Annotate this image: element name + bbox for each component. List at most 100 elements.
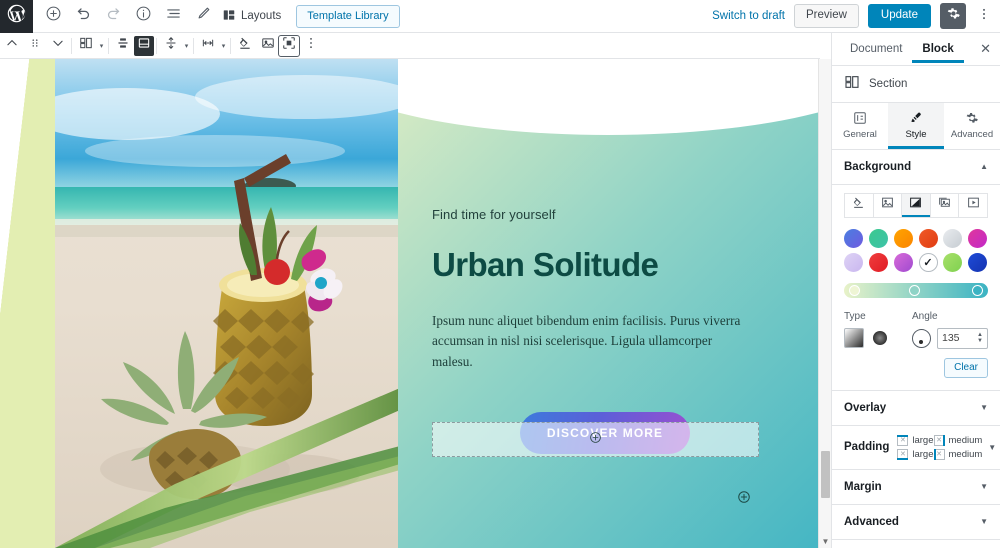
overlay-panel-header[interactable]: Overlay ▼ [832, 389, 1000, 426]
layout-button[interactable] [74, 34, 97, 58]
block-appender-placeholder[interactable] [432, 422, 759, 457]
subtab-advanced[interactable]: Advanced [944, 103, 1000, 149]
move-down-button[interactable] [46, 34, 69, 58]
spacing-button[interactable] [159, 34, 182, 58]
undo-icon [75, 5, 92, 27]
move-up-button[interactable] [0, 34, 23, 58]
subtab-style[interactable]: Style [888, 103, 944, 149]
gradient-swatch[interactable] [968, 228, 988, 248]
clear-button[interactable]: Clear [944, 357, 988, 378]
advanced-panel-header[interactable]: Advanced ▼ [832, 505, 1000, 540]
gradient-swatch[interactable] [968, 252, 988, 272]
hero-body-text[interactable]: Ipsum nunc aliquet bibendum enim facilis… [432, 311, 754, 372]
gradient-stop-middle[interactable] [909, 284, 920, 296]
video-icon [967, 196, 980, 214]
gradient-preview-bar[interactable] [844, 282, 988, 298]
padding-right-value: medium [948, 434, 983, 446]
canvas-scrollbar[interactable]: ▼ [818, 59, 831, 548]
decorative-wedge [0, 59, 56, 548]
bg-type-video[interactable] [958, 192, 988, 218]
gradient-swatch[interactable] [893, 228, 913, 248]
scrollbar-thumb[interactable] [821, 451, 830, 498]
hero-eyebrow-text[interactable]: Find time for yourself [432, 207, 784, 222]
redo-button[interactable] [98, 1, 128, 31]
advanced-panel-title: Advanced [844, 515, 899, 528]
gradient-stop-start[interactable] [849, 284, 860, 296]
block-navigation-button[interactable] [158, 1, 188, 31]
full-width-icon [282, 36, 296, 55]
media-button[interactable] [256, 34, 279, 58]
tab-block[interactable]: Block [912, 35, 963, 64]
bg-type-image[interactable] [872, 192, 903, 218]
gradient-swatch[interactable] [868, 228, 888, 248]
bg-type-slideshow[interactable] [929, 192, 960, 218]
angle-input[interactable]: 135 ▲ ▼ [937, 327, 988, 349]
more-options-button[interactable] [975, 7, 993, 26]
gradient-swatch[interactable] [844, 228, 863, 248]
preview-button[interactable]: Preview [794, 4, 859, 28]
layouts-button[interactable]: Layouts [218, 8, 287, 25]
hero-title[interactable]: Urban Solitude [432, 247, 784, 283]
edit-mode-button[interactable] [188, 1, 218, 31]
type-options [844, 327, 912, 348]
padding-bottom-value: large [912, 448, 934, 460]
hero-section-block[interactable]: Find time for yourself Urban Solitude Ip… [398, 59, 818, 548]
width-button[interactable] [196, 34, 219, 58]
template-library-button[interactable]: Template Library [296, 4, 400, 28]
section-block-icon [844, 74, 860, 95]
tab-document[interactable]: Document [840, 35, 912, 64]
bg-type-color[interactable] [844, 192, 874, 218]
undo-button[interactable] [68, 1, 98, 31]
angle-spinner[interactable]: ▲ ▼ [977, 332, 983, 345]
gradient-swatch[interactable] [943, 252, 963, 272]
spacing-dropdown-arrow[interactable]: ▾ [182, 42, 191, 50]
gradient-swatch[interactable] [943, 228, 963, 248]
chevron-down-icon [51, 36, 65, 55]
sidebar-tabs: Document Block ✕ [832, 33, 1000, 66]
width-dropdown-arrow[interactable]: ▾ [219, 42, 228, 50]
close-sidebar-button[interactable]: ✕ [980, 41, 1000, 57]
block-name-label: Section [869, 78, 908, 90]
subtab-general[interactable]: General [832, 103, 888, 149]
bg-type-gradient[interactable] [901, 192, 931, 218]
drag-handle[interactable] [23, 34, 46, 58]
margin-panel-header[interactable]: Margin ▼ [832, 470, 1000, 505]
more-options-button[interactable] [299, 34, 322, 58]
close-icon: ✕ [980, 41, 991, 56]
gradient-swatch[interactable] [844, 252, 863, 272]
insert-block-button[interactable] [737, 490, 751, 504]
list-view-icon [165, 5, 182, 27]
pencil-icon [195, 5, 212, 27]
chevron-down-icon: ▼ [980, 482, 988, 492]
brush-icon [888, 111, 944, 125]
padding-bottom-icon: ✕ [897, 448, 909, 460]
update-button[interactable]: Update [867, 4, 931, 28]
background-panel-header[interactable]: Background ▲ [832, 150, 1000, 185]
vertical-spacing-icon [164, 36, 178, 55]
gradient-swatch[interactable] [893, 252, 913, 272]
editor-canvas[interactable]: Find time for yourself Urban Solitude Ip… [0, 59, 820, 548]
gradient-stop-end[interactable] [972, 284, 983, 296]
content-info-button[interactable] [128, 1, 158, 31]
switch-to-draft-link[interactable]: Switch to draft [712, 10, 785, 22]
image-icon [261, 36, 275, 55]
add-block-button[interactable] [38, 1, 68, 31]
settings-toggle-button[interactable] [940, 3, 966, 29]
background-type-selector [832, 185, 1000, 218]
gradient-type-radial-option[interactable] [873, 330, 887, 345]
block-type-button[interactable] [134, 35, 154, 56]
fullwidth-button[interactable] [278, 34, 300, 57]
hero-photo[interactable] [55, 59, 400, 548]
layout-dropdown-arrow[interactable]: ▾ [97, 42, 106, 50]
wordpress-logo-button[interactable] [0, 0, 33, 33]
padding-panel-header[interactable]: Padding ✕ large ✕ medium ✕ large ✕ mediu… [832, 426, 1000, 470]
vertical-align-button[interactable] [111, 34, 134, 58]
padding-bottom-item: ✕ large [897, 448, 934, 460]
plus-circle-icon [737, 491, 751, 508]
gradient-swatch[interactable] [918, 228, 938, 248]
gradient-swatch[interactable] [868, 252, 888, 272]
gradient-type-linear-option[interactable] [844, 327, 864, 348]
color-button[interactable] [233, 34, 256, 58]
gradient-swatch-selected[interactable] [918, 252, 938, 272]
angle-dial[interactable] [912, 328, 931, 348]
